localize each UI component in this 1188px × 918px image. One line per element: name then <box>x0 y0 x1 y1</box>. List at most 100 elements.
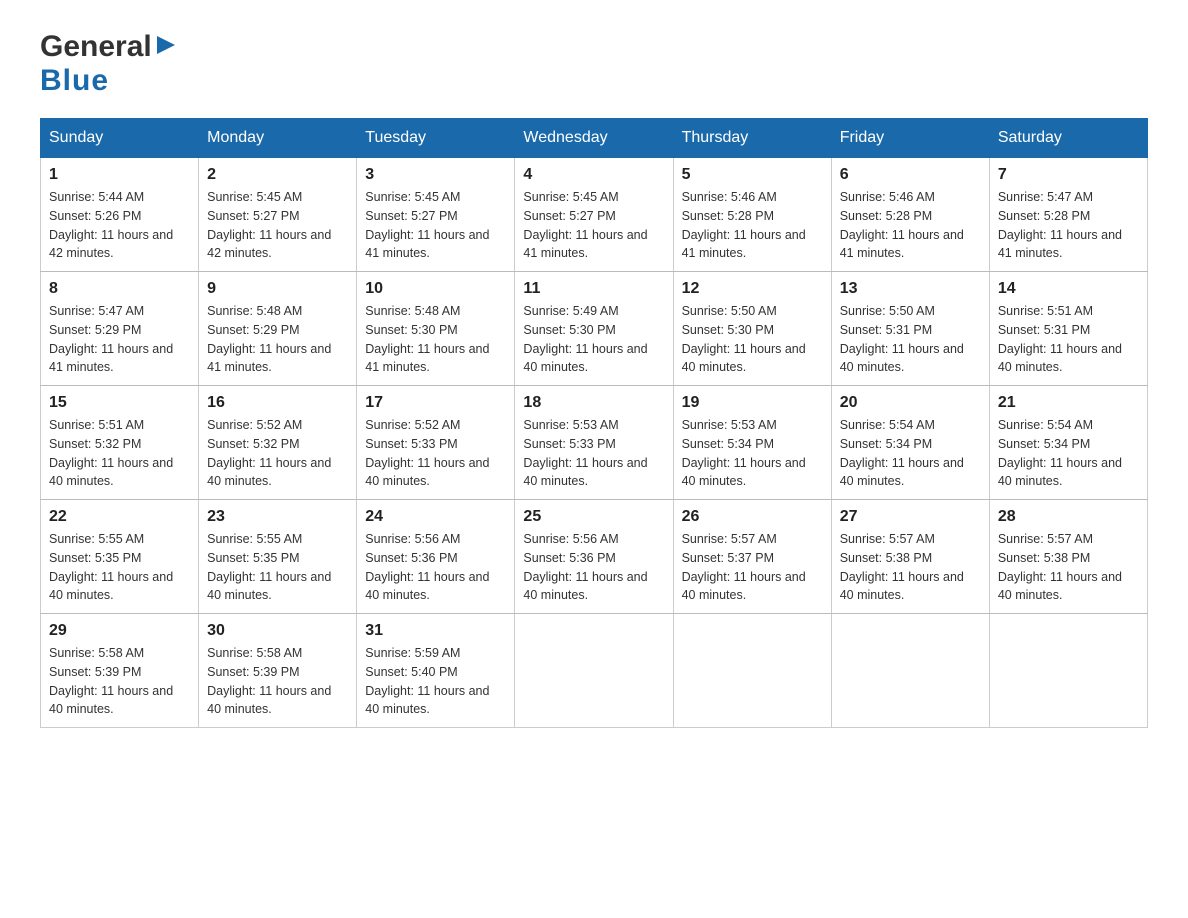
calendar-day-cell: 26 Sunrise: 5:57 AMSunset: 5:37 PMDaylig… <box>673 500 831 614</box>
calendar-day-cell: 7 Sunrise: 5:47 AMSunset: 5:28 PMDayligh… <box>989 158 1147 272</box>
day-info: Sunrise: 5:48 AMSunset: 5:30 PMDaylight:… <box>365 302 506 377</box>
calendar-week-row: 15 Sunrise: 5:51 AMSunset: 5:32 PMDaylig… <box>41 386 1148 500</box>
day-number: 21 <box>998 394 1139 412</box>
day-info: Sunrise: 5:55 AMSunset: 5:35 PMDaylight:… <box>207 530 348 605</box>
calendar-day-cell: 30 Sunrise: 5:58 AMSunset: 5:39 PMDaylig… <box>199 614 357 728</box>
calendar-day-cell: 19 Sunrise: 5:53 AMSunset: 5:34 PMDaylig… <box>673 386 831 500</box>
calendar-day-cell: 24 Sunrise: 5:56 AMSunset: 5:36 PMDaylig… <box>357 500 515 614</box>
day-of-week-header: Tuesday <box>357 119 515 158</box>
calendar-day-cell: 5 Sunrise: 5:46 AMSunset: 5:28 PMDayligh… <box>673 158 831 272</box>
calendar-day-cell <box>515 614 673 728</box>
page-header: General Blue <box>40 30 1148 98</box>
calendar-day-cell: 16 Sunrise: 5:52 AMSunset: 5:32 PMDaylig… <box>199 386 357 500</box>
day-info: Sunrise: 5:50 AMSunset: 5:30 PMDaylight:… <box>682 302 823 377</box>
day-info: Sunrise: 5:51 AMSunset: 5:31 PMDaylight:… <box>998 302 1139 377</box>
day-info: Sunrise: 5:48 AMSunset: 5:29 PMDaylight:… <box>207 302 348 377</box>
day-number: 8 <box>49 280 190 298</box>
day-number: 17 <box>365 394 506 412</box>
day-number: 13 <box>840 280 981 298</box>
calendar-day-cell: 18 Sunrise: 5:53 AMSunset: 5:33 PMDaylig… <box>515 386 673 500</box>
day-info: Sunrise: 5:52 AMSunset: 5:33 PMDaylight:… <box>365 416 506 491</box>
day-number: 30 <box>207 622 348 640</box>
calendar-day-cell: 27 Sunrise: 5:57 AMSunset: 5:38 PMDaylig… <box>831 500 989 614</box>
calendar-day-cell: 21 Sunrise: 5:54 AMSunset: 5:34 PMDaylig… <box>989 386 1147 500</box>
day-number: 12 <box>682 280 823 298</box>
calendar-day-cell <box>989 614 1147 728</box>
calendar-day-cell <box>673 614 831 728</box>
day-info: Sunrise: 5:49 AMSunset: 5:30 PMDaylight:… <box>523 302 664 377</box>
calendar-day-cell: 8 Sunrise: 5:47 AMSunset: 5:29 PMDayligh… <box>41 272 199 386</box>
day-info: Sunrise: 5:54 AMSunset: 5:34 PMDaylight:… <box>840 416 981 491</box>
day-number: 10 <box>365 280 506 298</box>
day-info: Sunrise: 5:45 AMSunset: 5:27 PMDaylight:… <box>523 188 664 263</box>
day-number: 19 <box>682 394 823 412</box>
calendar-day-cell: 17 Sunrise: 5:52 AMSunset: 5:33 PMDaylig… <box>357 386 515 500</box>
day-number: 6 <box>840 166 981 184</box>
day-number: 29 <box>49 622 190 640</box>
day-of-week-header: Monday <box>199 119 357 158</box>
day-of-week-header: Wednesday <box>515 119 673 158</box>
calendar-day-cell: 25 Sunrise: 5:56 AMSunset: 5:36 PMDaylig… <box>515 500 673 614</box>
calendar-day-cell: 4 Sunrise: 5:45 AMSunset: 5:27 PMDayligh… <box>515 158 673 272</box>
logo-blue-text: Blue <box>40 64 109 98</box>
day-number: 24 <box>365 508 506 526</box>
day-number: 5 <box>682 166 823 184</box>
day-info: Sunrise: 5:45 AMSunset: 5:27 PMDaylight:… <box>207 188 348 263</box>
day-number: 15 <box>49 394 190 412</box>
calendar-day-cell: 13 Sunrise: 5:50 AMSunset: 5:31 PMDaylig… <box>831 272 989 386</box>
calendar-day-cell: 15 Sunrise: 5:51 AMSunset: 5:32 PMDaylig… <box>41 386 199 500</box>
day-info: Sunrise: 5:56 AMSunset: 5:36 PMDaylight:… <box>523 530 664 605</box>
logo: General Blue <box>40 30 177 98</box>
day-info: Sunrise: 5:44 AMSunset: 5:26 PMDaylight:… <box>49 188 190 263</box>
day-of-week-header: Sunday <box>41 119 199 158</box>
day-info: Sunrise: 5:58 AMSunset: 5:39 PMDaylight:… <box>49 644 190 719</box>
calendar-day-cell: 22 Sunrise: 5:55 AMSunset: 5:35 PMDaylig… <box>41 500 199 614</box>
day-info: Sunrise: 5:52 AMSunset: 5:32 PMDaylight:… <box>207 416 348 491</box>
calendar-day-cell: 10 Sunrise: 5:48 AMSunset: 5:30 PMDaylig… <box>357 272 515 386</box>
days-of-week-row: SundayMondayTuesdayWednesdayThursdayFrid… <box>41 119 1148 158</box>
day-info: Sunrise: 5:59 AMSunset: 5:40 PMDaylight:… <box>365 644 506 719</box>
day-info: Sunrise: 5:53 AMSunset: 5:34 PMDaylight:… <box>682 416 823 491</box>
day-number: 31 <box>365 622 506 640</box>
calendar-week-row: 29 Sunrise: 5:58 AMSunset: 5:39 PMDaylig… <box>41 614 1148 728</box>
day-info: Sunrise: 5:57 AMSunset: 5:38 PMDaylight:… <box>998 530 1139 605</box>
calendar-body: 1 Sunrise: 5:44 AMSunset: 5:26 PMDayligh… <box>41 158 1148 728</box>
day-number: 23 <box>207 508 348 526</box>
calendar-day-cell: 29 Sunrise: 5:58 AMSunset: 5:39 PMDaylig… <box>41 614 199 728</box>
day-info: Sunrise: 5:58 AMSunset: 5:39 PMDaylight:… <box>207 644 348 719</box>
calendar-day-cell: 9 Sunrise: 5:48 AMSunset: 5:29 PMDayligh… <box>199 272 357 386</box>
calendar-day-cell: 2 Sunrise: 5:45 AMSunset: 5:27 PMDayligh… <box>199 158 357 272</box>
day-info: Sunrise: 5:57 AMSunset: 5:38 PMDaylight:… <box>840 530 981 605</box>
day-number: 4 <box>523 166 664 184</box>
calendar-day-cell: 12 Sunrise: 5:50 AMSunset: 5:30 PMDaylig… <box>673 272 831 386</box>
day-info: Sunrise: 5:57 AMSunset: 5:37 PMDaylight:… <box>682 530 823 605</box>
day-info: Sunrise: 5:50 AMSunset: 5:31 PMDaylight:… <box>840 302 981 377</box>
day-info: Sunrise: 5:46 AMSunset: 5:28 PMDaylight:… <box>682 188 823 263</box>
day-number: 27 <box>840 508 981 526</box>
day-of-week-header: Saturday <box>989 119 1147 158</box>
calendar-day-cell: 3 Sunrise: 5:45 AMSunset: 5:27 PMDayligh… <box>357 158 515 272</box>
day-info: Sunrise: 5:56 AMSunset: 5:36 PMDaylight:… <box>365 530 506 605</box>
day-number: 9 <box>207 280 348 298</box>
calendar-day-cell: 11 Sunrise: 5:49 AMSunset: 5:30 PMDaylig… <box>515 272 673 386</box>
day-number: 7 <box>998 166 1139 184</box>
day-info: Sunrise: 5:47 AMSunset: 5:29 PMDaylight:… <box>49 302 190 377</box>
calendar-day-cell: 20 Sunrise: 5:54 AMSunset: 5:34 PMDaylig… <box>831 386 989 500</box>
calendar-day-cell: 14 Sunrise: 5:51 AMSunset: 5:31 PMDaylig… <box>989 272 1147 386</box>
day-info: Sunrise: 5:55 AMSunset: 5:35 PMDaylight:… <box>49 530 190 605</box>
day-number: 18 <box>523 394 664 412</box>
day-number: 16 <box>207 394 348 412</box>
day-number: 26 <box>682 508 823 526</box>
day-info: Sunrise: 5:47 AMSunset: 5:28 PMDaylight:… <box>998 188 1139 263</box>
calendar-day-cell: 28 Sunrise: 5:57 AMSunset: 5:38 PMDaylig… <box>989 500 1147 614</box>
calendar-header: SundayMondayTuesdayWednesdayThursdayFrid… <box>41 119 1148 158</box>
calendar-day-cell: 31 Sunrise: 5:59 AMSunset: 5:40 PMDaylig… <box>357 614 515 728</box>
day-number: 11 <box>523 280 664 298</box>
calendar-week-row: 8 Sunrise: 5:47 AMSunset: 5:29 PMDayligh… <box>41 272 1148 386</box>
calendar-day-cell <box>831 614 989 728</box>
day-number: 28 <box>998 508 1139 526</box>
day-of-week-header: Thursday <box>673 119 831 158</box>
logo-general-text: General <box>40 30 152 64</box>
day-info: Sunrise: 5:46 AMSunset: 5:28 PMDaylight:… <box>840 188 981 263</box>
day-number: 2 <box>207 166 348 184</box>
